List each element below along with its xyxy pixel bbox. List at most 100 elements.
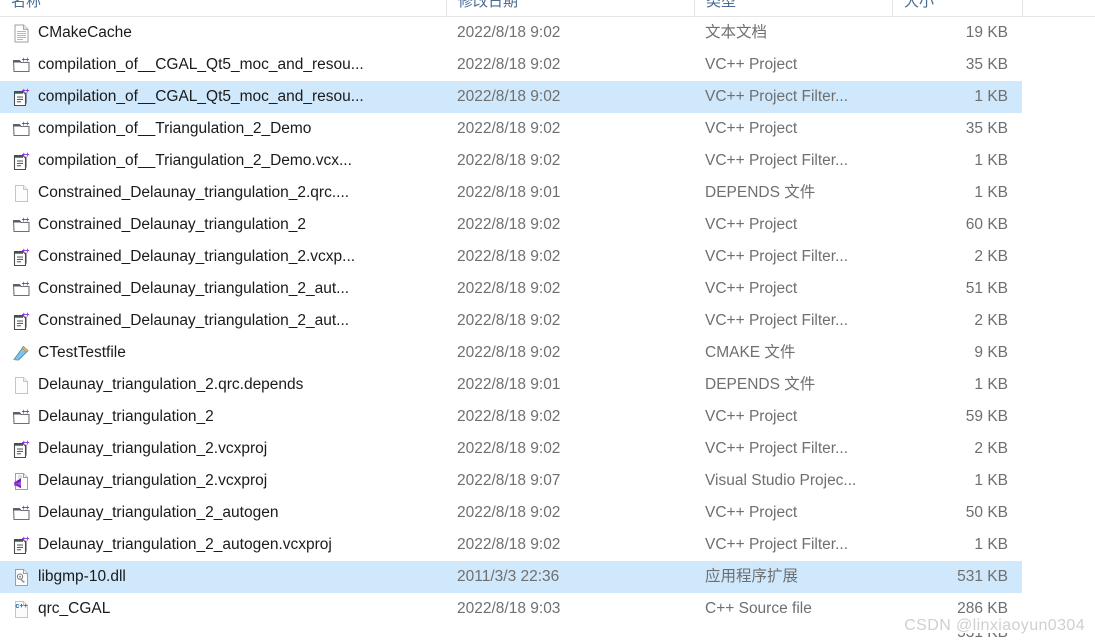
column-header-type[interactable]: 类型 <box>694 0 892 16</box>
file-type: VC++ Project <box>705 504 798 521</box>
file-modified-date: 2022/8/18 9:02 <box>457 280 561 297</box>
file-name[interactable]: Delaunay_triangulation_2_autogen <box>0 497 446 529</box>
column-header-filler <box>1022 0 1095 16</box>
clipped-bottom-row: 531 KB <box>0 633 1022 641</box>
file-modified-date: 2022/8/18 9:02 <box>457 504 561 521</box>
file-row[interactable]: CMakeCache 2022/8/18 9:02 文本文档 19 KB <box>0 17 1022 49</box>
file-modified-date: 2022/8/18 9:07 <box>457 472 561 489</box>
file-size: 59 KB <box>965 408 1008 425</box>
file-name[interactable]: Delaunay_triangulation_2.vcxproj <box>0 465 446 497</box>
file-modified-date: 2022/8/18 9:02 <box>457 120 561 137</box>
file-type: VC++ Project Filter... <box>705 152 848 169</box>
file-rows-container: CMakeCache 2022/8/18 9:02 文本文档 19 KB + + co… <box>0 17 1095 625</box>
file-name[interactable]: CTestTestfile <box>0 337 446 369</box>
column-header-name-label: 名称 <box>11 0 42 10</box>
file-name[interactable]: Delaunay_triangulation_2 <box>0 401 446 433</box>
file-row[interactable]: + + Constrained_Delaunay_triangulation_2… <box>0 241 1022 273</box>
file-modified-date: 2022/8/18 9:02 <box>457 216 561 233</box>
file-size: 9 KB <box>974 344 1008 361</box>
file-size: 35 KB <box>965 120 1008 137</box>
file-name[interactable]: Constrained_Delaunay_triangulation_2.vcx… <box>0 241 446 273</box>
file-name[interactable]: Delaunay_triangulation_2.qrc.depends <box>0 369 446 401</box>
column-header-date[interactable]: 修改日期 <box>446 0 694 16</box>
file-type: VC++ Project Filter... <box>705 248 848 265</box>
file-size: 286 KB <box>957 600 1008 617</box>
clipped-bottom-row-size: 531 KB <box>892 633 1022 641</box>
file-size: 2 KB <box>974 248 1008 265</box>
column-header-name[interactable]: 名称 <box>0 0 446 16</box>
file-modified-date: 2022/8/18 9:01 <box>457 376 561 393</box>
file-row[interactable]: + + Delaunay_triangulation_2.vcxproj 2022… <box>0 433 1022 465</box>
file-size: 1 KB <box>974 536 1008 553</box>
file-row[interactable]: + + compilation_of__Triangulation_2_Demo… <box>0 113 1022 145</box>
file-size: 531 KB <box>957 568 1008 585</box>
file-row[interactable]: + + Delaunay_triangulation_2 2022/8/18 9:… <box>0 401 1022 433</box>
file-name[interactable]: compilation_of__Triangulation_2_Demo.vcx… <box>0 145 446 177</box>
file-type: CMAKE 文件 <box>705 344 796 361</box>
file-name[interactable]: Constrained_Delaunay_triangulation_2_aut… <box>0 273 446 305</box>
file-row[interactable]: + + compilation_of__CGAL_Qt5_moc_and_res… <box>0 81 1022 113</box>
file-row[interactable]: + + compilation_of__Triangulation_2_Demo… <box>0 145 1022 177</box>
file-size: 51 KB <box>965 280 1008 297</box>
file-name[interactable]: libgmp-10.dll <box>0 561 446 593</box>
file-row[interactable]: + + Constrained_Delaunay_triangulation_2… <box>0 209 1022 241</box>
file-row[interactable]: + + Constrained_Delaunay_triangulation_2… <box>0 273 1022 305</box>
file-modified-date: 2022/8/18 9:02 <box>457 536 561 553</box>
file-row[interactable]: + + compilation_of__CGAL_Qt5_moc_and_res… <box>0 49 1022 81</box>
file-type: VC++ Project Filter... <box>705 88 848 105</box>
file-modified-date: 2022/8/18 9:02 <box>457 440 561 457</box>
file-list-view[interactable]: 名称 修改日期 类型 大小 CMakeCache 2022/8/18 9:02 文本… <box>0 0 1095 641</box>
file-row[interactable]: libgmp-10.dll 2011/3/3 22:36 应用程序扩展 531 KB <box>0 561 1022 593</box>
file-type: VC++ Project Filter... <box>705 536 848 553</box>
file-row[interactable]: c++ qrc_CGAL 2022/8/18 9:03 C++ Source fil… <box>0 593 1022 625</box>
file-row[interactable]: CTestTestfile 2022/8/18 9:02 CMAKE 文件 9 KB <box>0 337 1022 369</box>
file-row[interactable]: Delaunay_triangulation_2.qrc.depends 2022… <box>0 369 1022 401</box>
file-type: Visual Studio Projec... <box>705 472 857 489</box>
file-row[interactable]: Delaunay_triangulation_2.vcxproj 2022/8/1… <box>0 465 1022 497</box>
column-header-type-label: 类型 <box>706 0 737 10</box>
file-modified-date: 2022/8/18 9:02 <box>457 408 561 425</box>
file-name[interactable]: qrc_CGAL <box>0 593 446 625</box>
file-name[interactable]: CMakeCache <box>0 17 446 49</box>
file-type: 应用程序扩展 <box>705 568 799 585</box>
file-name[interactable]: Constrained_Delaunay_triangulation_2 <box>0 209 446 241</box>
file-modified-date: 2022/8/18 9:02 <box>457 312 561 329</box>
file-type: VC++ Project <box>705 216 798 233</box>
column-header-date-label: 修改日期 <box>458 0 519 10</box>
file-size: 50 KB <box>965 504 1008 521</box>
file-modified-date: 2022/8/18 9:02 <box>457 24 561 41</box>
file-name[interactable]: Delaunay_triangulation_2.vcxproj <box>0 433 446 465</box>
file-type: VC++ Project Filter... <box>705 440 848 457</box>
file-name[interactable]: Constrained_Delaunay_triangulation_2.qrc… <box>0 177 446 209</box>
file-size: 1 KB <box>974 472 1008 489</box>
file-modified-date: 2022/8/18 9:03 <box>457 600 561 617</box>
file-name[interactable]: compilation_of__CGAL_Qt5_moc_and_resou..… <box>0 81 446 113</box>
file-row[interactable]: + + Delaunay_triangulation_2_autogen.vcx… <box>0 529 1022 561</box>
file-size: 2 KB <box>974 312 1008 329</box>
file-modified-date: 2022/8/18 9:01 <box>457 184 561 201</box>
file-size: 2 KB <box>974 440 1008 457</box>
file-modified-date: 2022/8/18 9:02 <box>457 248 561 265</box>
file-row[interactable]: Constrained_Delaunay_triangulation_2.qrc… <box>0 177 1022 209</box>
file-name[interactable]: Constrained_Delaunay_triangulation_2_aut… <box>0 305 446 337</box>
file-type: DEPENDS 文件 <box>705 376 816 393</box>
file-modified-date: 2022/8/18 9:02 <box>457 344 561 361</box>
file-row[interactable]: + + Constrained_Delaunay_triangulation_2… <box>0 305 1022 337</box>
file-name[interactable]: compilation_of__Triangulation_2_Demo <box>0 113 446 145</box>
file-modified-date: 2022/8/18 9:02 <box>457 152 561 169</box>
file-type: VC++ Project <box>705 280 798 297</box>
file-name[interactable]: Delaunay_triangulation_2_autogen.vcxproj <box>0 529 446 561</box>
file-type: VC++ Project Filter... <box>705 312 848 329</box>
file-name[interactable]: compilation_of__CGAL_Qt5_moc_and_resou..… <box>0 49 446 81</box>
file-size: 1 KB <box>974 88 1008 105</box>
file-modified-date: 2022/8/18 9:02 <box>457 88 561 105</box>
column-header-size-label: 大小 <box>904 0 935 10</box>
file-size: 1 KB <box>974 376 1008 393</box>
file-size: 19 KB <box>965 24 1008 41</box>
column-header-size[interactable]: 大小 <box>892 0 1022 16</box>
file-type: VC++ Project <box>705 408 798 425</box>
file-size: 35 KB <box>965 56 1008 73</box>
file-modified-date: 2022/8/18 9:02 <box>457 56 561 73</box>
file-modified-date: 2011/3/3 22:36 <box>457 568 560 585</box>
file-row[interactable]: + + Delaunay_triangulation_2_autogen 2022… <box>0 497 1022 529</box>
